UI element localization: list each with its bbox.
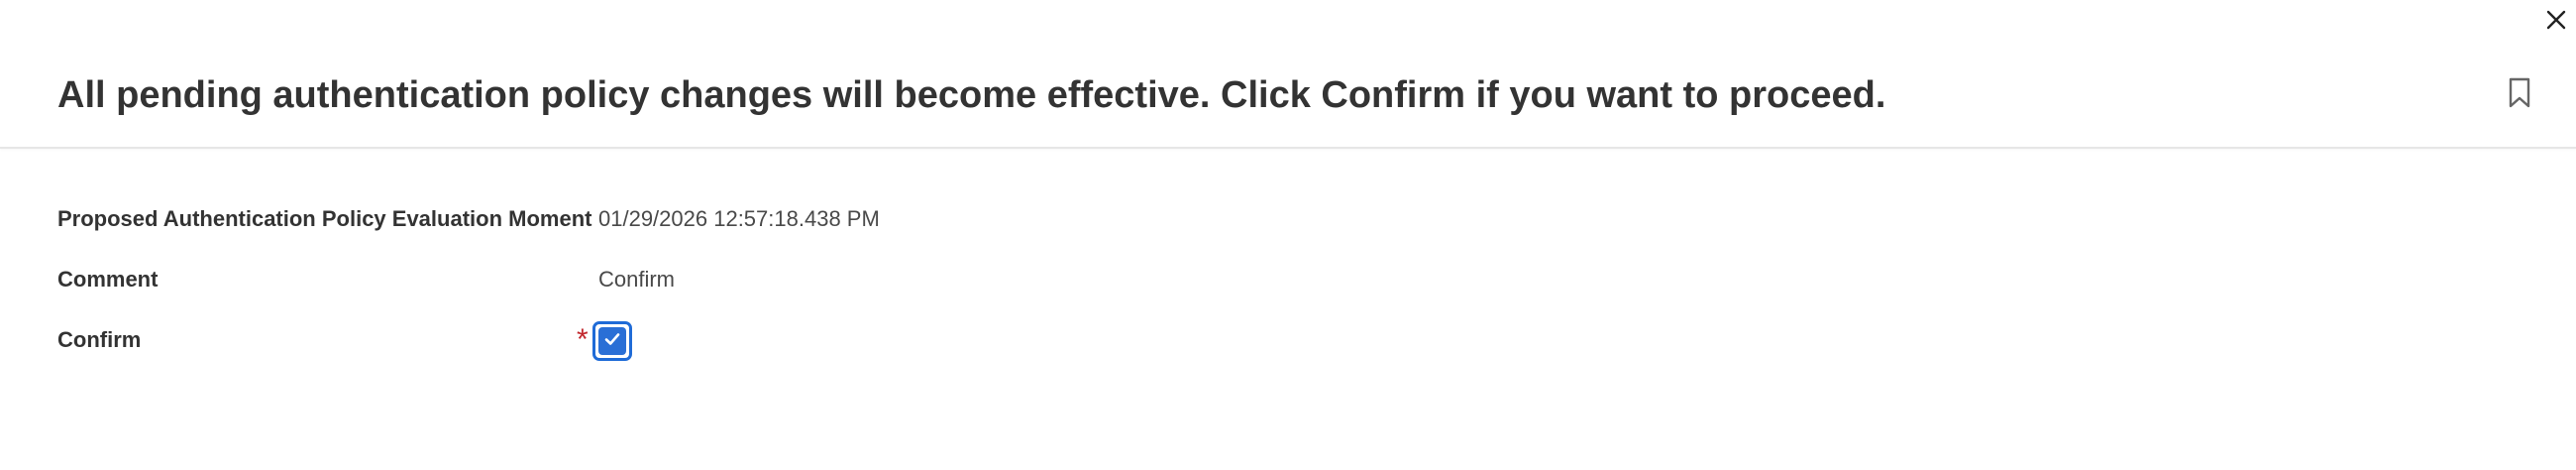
field-row-confirm: Confirm * bbox=[57, 309, 2519, 370]
dialog: All pending authentication policy change… bbox=[0, 0, 2576, 470]
bookmark-button[interactable] bbox=[2503, 75, 2536, 115]
checkmark-icon bbox=[602, 329, 622, 354]
bookmark-icon bbox=[2508, 77, 2531, 114]
required-marker: * bbox=[577, 323, 589, 356]
evaluation-moment-value: 01/29/2026 12:57:18.438 PM bbox=[598, 205, 880, 231]
confirm-label: Confirm bbox=[57, 326, 142, 352]
comment-label: Comment bbox=[57, 266, 159, 292]
evaluation-moment-label: Proposed Authentication Policy Evaluatio… bbox=[57, 205, 592, 231]
dialog-header: All pending authentication policy change… bbox=[0, 0, 2576, 149]
page-title: All pending authentication policy change… bbox=[57, 74, 1886, 116]
checkbox-fill bbox=[598, 327, 626, 355]
field-row-evaluation-moment: Proposed Authentication Policy Evaluatio… bbox=[57, 188, 2519, 249]
comment-value: Confirm bbox=[598, 266, 676, 292]
confirm-checkbox[interactable] bbox=[592, 321, 632, 361]
field-row-comment: Comment Confirm bbox=[57, 249, 2519, 309]
form-fields: Proposed Authentication Policy Evaluatio… bbox=[57, 188, 2519, 370]
